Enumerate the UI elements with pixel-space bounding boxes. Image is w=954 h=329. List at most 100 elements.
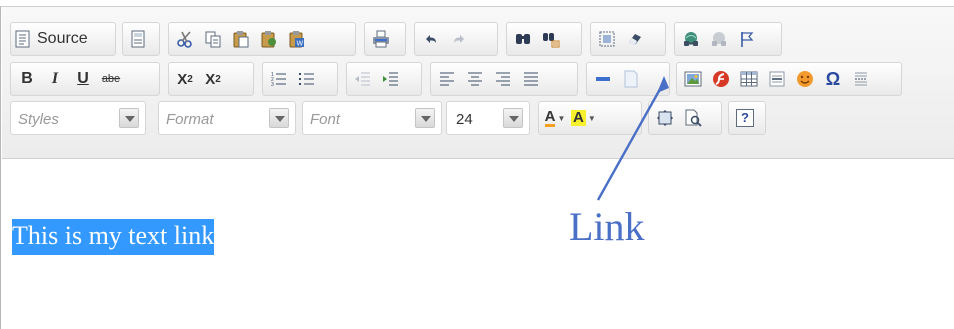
align-right-button[interactable] [491,66,515,92]
page-break-insert-button[interactable] [849,66,873,92]
about-group: ? [728,101,766,135]
horizontal-rule-icon [768,70,786,88]
special-char-button[interactable]: Ω [821,66,845,92]
list-group: 123 [262,62,338,96]
subscript-button[interactable]: X2 [173,66,197,92]
align-right-icon [494,70,512,88]
styles-combo[interactable]: Styles [10,101,146,135]
link-button[interactable] [679,26,703,52]
bold-button[interactable]: B [15,66,39,92]
maximize-button[interactable] [653,105,677,131]
smiley-button[interactable] [793,66,817,92]
selected-text[interactable]: This is my text link [12,219,215,255]
bulleted-list-button[interactable] [295,66,319,92]
templates-button[interactable] [127,26,151,52]
indent-button[interactable] [379,66,403,92]
format-dropdown-arrow-icon[interactable] [269,108,289,128]
horizontal-line-button[interactable] [591,66,615,92]
replace-button[interactable] [539,26,563,52]
link-group [674,22,782,56]
styles-placeholder: Styles [18,111,59,128]
script-group: X2 X2 [168,62,254,96]
anchor-button[interactable] [735,26,759,52]
text-color-button[interactable]: A ▼ [543,105,567,131]
svg-text:3: 3 [271,82,274,88]
font-size-dropdown-arrow-icon[interactable] [503,108,523,128]
select-all-icon [598,30,616,48]
find-button[interactable] [511,26,535,52]
bulleted-list-icon [298,70,316,88]
source-label: Source [37,30,88,47]
align-center-button[interactable] [463,66,487,92]
source-group: Source [10,22,116,56]
numbered-list-icon: 123 [270,70,288,88]
replace-icon [542,30,560,48]
font-combo[interactable]: Font [302,101,442,135]
remove-format-button[interactable] [623,26,647,52]
tools-group [648,101,722,135]
copy-icon [204,30,222,48]
numbered-list-button[interactable]: 123 [267,66,291,92]
paste-text-icon [260,30,278,48]
find-icon [514,30,532,48]
text-color-dropdown-icon: ▼ [557,113,566,123]
flash-button[interactable] [709,66,733,92]
align-left-icon [438,70,456,88]
unlink-icon [710,30,728,48]
image-icon [684,70,702,88]
print-icon [372,30,390,48]
outdent-button[interactable] [351,66,375,92]
print-group [364,22,406,56]
justify-button[interactable] [519,66,543,92]
page-break-button[interactable] [619,66,643,92]
image-button[interactable] [681,66,705,92]
horizontal-rule-button[interactable] [765,66,789,92]
print-button[interactable] [369,26,393,52]
italic-button[interactable]: I [43,66,67,92]
styles-dropdown-arrow-icon[interactable] [119,108,139,128]
paste-word-button[interactable]: W [285,26,309,52]
horizontal-line-icon [594,70,612,88]
font-dropdown-arrow-icon[interactable] [415,108,435,128]
format-combo[interactable]: Format [158,101,296,135]
superscript-digit: 2 [215,73,221,85]
templates-icon [130,30,148,48]
unlink-button[interactable] [707,26,731,52]
page-break-icon [622,70,640,88]
smiley-icon [796,70,814,88]
anchor-icon [738,30,756,48]
strikethrough-button[interactable]: abe [99,66,123,92]
history-group [414,22,498,56]
underline-button[interactable]: U [71,66,95,92]
redo-icon [450,30,468,48]
text-color-letter: A [544,107,556,127]
align-left-button[interactable] [435,66,459,92]
source-button[interactable]: Source [15,26,88,52]
table-button[interactable] [737,66,761,92]
show-blocks-icon [684,109,702,127]
select-all-button[interactable] [595,26,619,52]
format-placeholder: Format [166,111,214,128]
source-icon [15,30,33,48]
paste-button[interactable] [229,26,253,52]
font-size-combo[interactable]: 24 [446,101,530,135]
show-blocks-button[interactable] [681,105,705,131]
page-break-insert-icon [852,70,870,88]
redo-button[interactable] [447,26,471,52]
paste-text-button[interactable] [257,26,281,52]
outdent-icon [354,70,372,88]
editor-toolbar: Source W B I U abe X 2 X 2 1 2 3 Ω Style… [2,7,954,159]
bg-color-dropdown-icon: ▼ [587,113,596,123]
align-center-icon [466,70,484,88]
undo-button[interactable] [419,26,443,52]
help-icon: ? [736,109,754,127]
cut-button[interactable] [173,26,197,52]
copy-button[interactable] [201,26,225,52]
superscript-x: X [205,70,216,88]
annotation-label: Link [569,204,645,249]
help-button[interactable]: ? [733,105,757,131]
link-icon [682,30,700,48]
background-color-button[interactable]: A ▼ [571,105,596,131]
superscript-button[interactable]: X2 [201,66,225,92]
align-group [430,62,578,96]
